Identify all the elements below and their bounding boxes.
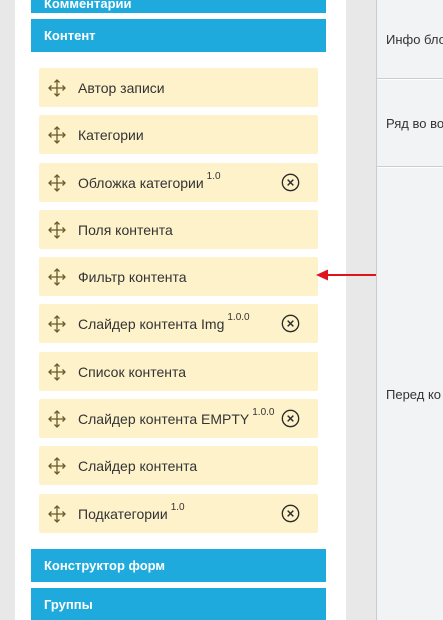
category-label: Контент	[44, 28, 96, 43]
version-badge: 1.0	[206, 171, 221, 182]
annotation-arrow-icon	[316, 269, 376, 281]
circle-x-icon[interactable]	[281, 409, 300, 428]
widget-label: Поля контента	[78, 221, 173, 238]
widget-item[interactable]: Слайдер контента	[39, 446, 318, 485]
move-arrows-icon[interactable]	[48, 267, 66, 286]
version-badge: 1.0.0	[227, 312, 250, 323]
widget-item[interactable]: Поля контента	[39, 210, 318, 249]
layout-grid-column: Инфо бло Ряд во во Перед ко	[377, 0, 443, 620]
widget-label: Обложка категории	[78, 174, 204, 191]
circle-x-icon[interactable]	[281, 314, 300, 333]
widget-item[interactable]: Обложка категории 1.0	[39, 163, 318, 202]
category-label: Комментарии	[44, 0, 132, 11]
layout-cell[interactable]: Ряд во во	[377, 80, 443, 167]
widget-label: Слайдер контента	[78, 457, 198, 474]
move-arrows-icon[interactable]	[48, 125, 66, 144]
category-label: Конструктор форм	[44, 558, 166, 573]
move-arrows-icon[interactable]	[48, 173, 66, 192]
circle-x-icon[interactable]	[281, 173, 300, 192]
widget-label: Слайдер контента Img	[78, 315, 225, 332]
widget-item[interactable]: Категории	[39, 115, 318, 154]
cell-label: Инфо бло	[386, 31, 443, 47]
widget-label: Подкатегории	[78, 505, 168, 522]
circle-x-icon[interactable]	[281, 504, 300, 523]
widget-label: Слайдер контента EMPTY	[78, 410, 250, 427]
widget-item[interactable]: Автор записи	[39, 68, 318, 107]
widget-label: Список контента	[78, 363, 187, 380]
category-comments[interactable]: Комментарии	[31, 0, 326, 13]
move-arrows-icon[interactable]	[48, 456, 66, 475]
cell-label: Ряд во во	[386, 115, 443, 131]
category-label: Группы	[44, 597, 93, 612]
widget-item[interactable]: Слайдер контента Img 1.0.0	[39, 304, 318, 343]
version-badge: 1.0.0	[252, 407, 275, 418]
widget-label: Категории	[78, 126, 144, 143]
widget-label: Фильтр контента	[78, 268, 187, 285]
widget-item[interactable]: Подкатегории 1.0	[39, 494, 318, 533]
cell-label: Перед ко	[386, 386, 442, 402]
version-badge: 1.0	[170, 502, 185, 513]
move-arrows-icon[interactable]	[48, 220, 66, 239]
move-arrows-icon[interactable]	[48, 314, 66, 333]
category-form-builder[interactable]: Конструктор форм	[31, 549, 326, 582]
category-groups[interactable]: Группы	[31, 588, 326, 620]
widget-item[interactable]: Список контента	[39, 352, 318, 391]
move-arrows-icon[interactable]	[48, 78, 66, 97]
widget-item[interactable]: Слайдер контента EMPTY 1.0.0	[39, 399, 318, 438]
move-arrows-icon[interactable]	[48, 409, 66, 428]
layout-cell[interactable]: Инфо бло	[377, 0, 443, 79]
move-arrows-icon[interactable]	[48, 504, 66, 523]
category-content[interactable]: Контент	[31, 19, 326, 52]
widget-label: Автор записи	[78, 79, 165, 96]
layout-cell[interactable]: Перед ко	[377, 168, 443, 620]
move-arrows-icon[interactable]	[48, 362, 66, 381]
widget-item[interactable]: Фильтр контента	[39, 257, 318, 296]
